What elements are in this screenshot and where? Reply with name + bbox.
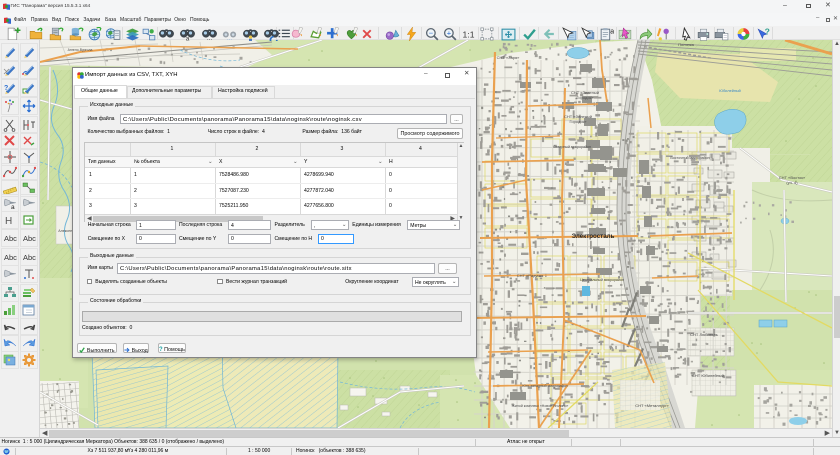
svg-text:+: + <box>447 28 452 37</box>
svg-text:Abc: Abc <box>23 234 36 243</box>
svg-text:Городок»: Городок» <box>576 95 594 100</box>
svg-text:Северный микрорайон: Северный микрорайон <box>553 145 591 149</box>
svg-text:H: H <box>5 216 12 227</box>
svg-text:a: a <box>11 204 15 210</box>
svg-text:?: ? <box>765 27 770 37</box>
svg-text:Городок»: Городок» <box>569 119 587 124</box>
svg-text:Ангело-Вургола: Ангело-Вургола <box>68 48 93 52</box>
svg-text:Abc: Abc <box>4 234 17 243</box>
svg-text:СНТ Любитель: СНТ Любитель <box>690 332 718 337</box>
svg-text:a: a <box>610 28 614 35</box>
svg-text:1:1: 1:1 <box>463 29 475 39</box>
svg-text:Полянка: Полянка <box>678 42 695 47</box>
svg-text:(уч. 4): (уч. 4) <box>786 180 798 185</box>
svg-text:...: ... <box>227 34 233 40</box>
svg-text:Жилой комплекс «Новое Яголино»: Жилой комплекс «Новое Яголино» <box>512 404 569 408</box>
svg-text:−: − <box>429 28 434 37</box>
svg-text:Юго-западный микрорайон: Юго-западный микрорайон <box>522 384 567 388</box>
svg-text:...: ... <box>207 34 213 40</box>
svg-text:Abc: Abc <box>23 253 36 262</box>
svg-text:a: a <box>186 35 190 41</box>
svg-text:Восточный микрорайон: Восточный микрорайон <box>670 156 709 160</box>
svg-text:Электросталь: Электросталь <box>572 233 615 240</box>
svg-text:Abc: Abc <box>4 253 17 262</box>
svg-text:Центральный микрорайон: Центральный микрорайон <box>580 278 624 282</box>
svg-text:Юбилейный: Юбилейный <box>719 89 741 93</box>
svg-text:СНТ «Радуга»: СНТ «Радуга» <box>517 273 544 278</box>
svg-text:СНТ Юбилейный: СНТ Юбилейный <box>692 373 724 378</box>
svg-text:СНТ «Заря»: СНТ «Заря» <box>497 55 521 60</box>
svg-text:СНТ «Металлург»: СНТ «Металлург» <box>635 403 669 408</box>
